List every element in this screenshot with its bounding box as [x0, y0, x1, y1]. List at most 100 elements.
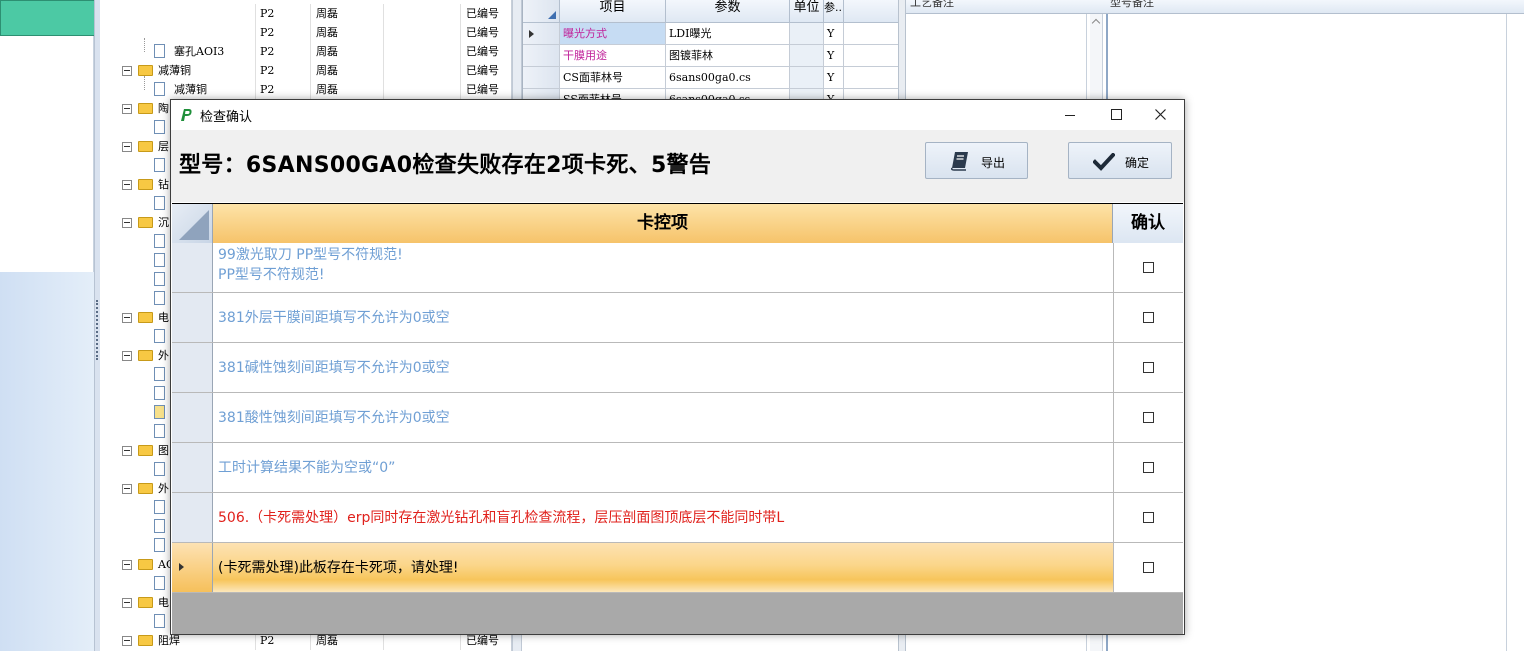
confirm-cell[interactable]: [1113, 443, 1183, 492]
collapse-icon[interactable]: [122, 484, 132, 494]
collapse-icon[interactable]: [122, 104, 132, 114]
model-notes-scrollbar[interactable]: [1506, 14, 1524, 651]
row-text: (卡死需处理)此板存在卡死项，请处理!: [218, 560, 459, 576]
confirm-checkbox[interactable]: [1143, 562, 1154, 573]
row-indicator[interactable]: [172, 343, 213, 392]
collapse-icon[interactable]: [122, 560, 132, 570]
check-confirm-dialog: 检查确认 型号：6SANS00GA0检查失败存在2项卡死、5警告 导出 确定 卡…: [170, 99, 1185, 635]
grid-row-indicator[interactable]: [523, 23, 560, 45]
table-row[interactable]: 381外层干膜间距填写不允许为0或空: [172, 293, 1183, 343]
folder-icon: [138, 65, 153, 76]
confirm-button[interactable]: 确定: [1068, 142, 1172, 179]
grid-cell[interactable]: Y: [824, 45, 844, 67]
folder-icon: [138, 103, 153, 114]
tree-row[interactable]: P2 周磊 已编号: [100, 23, 511, 42]
confirm-checkbox[interactable]: [1143, 262, 1154, 273]
confirm-checkbox[interactable]: [1143, 512, 1154, 523]
table-header: 卡控项 确认: [172, 203, 1183, 243]
control-items-table: 卡控项 确认 99激光取刀 PP型号不符规范! PP型号不符规范! 381外层干…: [172, 203, 1183, 634]
folder-icon: [138, 445, 153, 456]
folder-icon: [138, 483, 153, 494]
tree-cell: P2: [260, 7, 275, 20]
grid-cell[interactable]: [790, 23, 824, 45]
document-icon: [154, 44, 165, 58]
collapse-icon[interactable]: [122, 351, 132, 361]
left-empty-panel: [0, 36, 94, 272]
grid-header-item[interactable]: 项目: [560, 0, 666, 23]
row-text: 381酸性蚀刻间距填写不允许为0或空: [218, 410, 450, 426]
column-header-control-item[interactable]: 卡控项: [213, 204, 1113, 243]
grid-cell[interactable]: 干膜用途: [560, 45, 666, 67]
row-indicator[interactable]: [172, 393, 213, 442]
table-row[interactable]: 506.（卡死需处理）erp同时存在激光钻孔和盲孔检查流程，层压剖面图顶底层不能…: [172, 493, 1183, 543]
row-indicator[interactable]: [172, 443, 213, 492]
confirm-cell[interactable]: [1113, 243, 1183, 292]
collapse-icon[interactable]: [122, 180, 132, 190]
table-row[interactable]: 工时计算结果不能为空或“0”: [172, 443, 1183, 493]
table-row-selected[interactable]: (卡死需处理)此板存在卡死项，请处理!: [172, 543, 1183, 593]
row-indicator[interactable]: [172, 493, 213, 542]
scroll-up-arrow-icon[interactable]: [1091, 18, 1101, 28]
grid-cell[interactable]: 图镀菲林: [666, 45, 790, 67]
grid-cell: [844, 23, 901, 45]
grid-header-flag[interactable]: 参...: [824, 0, 844, 23]
tree-cell: 周磊: [316, 64, 338, 77]
book-icon: [951, 152, 968, 171]
tree-cell: 已编号: [466, 64, 499, 77]
export-button[interactable]: 导出: [925, 142, 1028, 179]
confirm-checkbox[interactable]: [1143, 412, 1154, 423]
grid-cell[interactable]: CS面菲林号: [560, 67, 666, 89]
confirm-checkbox[interactable]: [1143, 362, 1154, 373]
table-row[interactable]: 99激光取刀 PP型号不符规范! PP型号不符规范!: [172, 243, 1183, 293]
collapse-icon[interactable]: [122, 636, 132, 646]
collapse-icon[interactable]: [122, 598, 132, 608]
table-row[interactable]: 381碱性蚀刻间距填写不允许为0或空: [172, 343, 1183, 393]
tree-label: 电: [158, 311, 169, 324]
confirm-cell[interactable]: [1113, 293, 1183, 342]
grid-cell: [844, 67, 901, 89]
maximize-button[interactable]: [1093, 100, 1139, 130]
document-icon: [154, 500, 165, 514]
tree-row[interactable]: 减薄铜 P2 周磊 已编号: [100, 61, 511, 80]
tree-cell: P2: [260, 64, 275, 77]
tree-row[interactable]: 塞孔AOI3 P2 周磊 已编号: [100, 38, 511, 61]
grid-row-indicator[interactable]: [523, 67, 560, 89]
tree-cell: 周磊: [316, 83, 338, 96]
tree-row[interactable]: P2 周磊 已编号: [100, 4, 511, 23]
table-row[interactable]: 381酸性蚀刻间距填写不允许为0或空: [172, 393, 1183, 443]
confirm-cell[interactable]: [1113, 493, 1183, 542]
row-text: 381外层干膜间距填写不允许为0或空: [218, 310, 450, 326]
minimize-button[interactable]: [1047, 100, 1093, 130]
collapse-icon[interactable]: [122, 142, 132, 152]
grid-header-param[interactable]: 参数: [666, 0, 790, 23]
grid-cell[interactable]: LDI曝光: [666, 23, 790, 45]
grid-cell[interactable]: 6sans00ga0.cs: [666, 67, 790, 89]
collapse-icon[interactable]: [122, 66, 132, 76]
grid-cell[interactable]: [790, 67, 824, 89]
tree-row[interactable]: 减薄铜 P2 周磊 已编号: [100, 76, 511, 99]
confirm-cell[interactable]: [1113, 393, 1183, 442]
grid-row-indicator[interactable]: [523, 45, 560, 67]
close-button[interactable]: [1138, 100, 1184, 130]
row-indicator[interactable]: [172, 543, 213, 592]
column-header-confirm[interactable]: 确认: [1113, 204, 1183, 243]
collapse-icon[interactable]: [122, 313, 132, 323]
table-corner[interactable]: [172, 204, 213, 243]
tree-cell: P2: [260, 26, 275, 39]
grid-header-unit[interactable]: 单位: [790, 0, 824, 23]
grid-cell[interactable]: [790, 45, 824, 67]
dialog-titlebar[interactable]: 检查确认: [171, 100, 1184, 130]
collapse-icon[interactable]: [122, 218, 132, 228]
confirm-cell[interactable]: [1113, 543, 1183, 592]
confirm-cell[interactable]: [1113, 343, 1183, 392]
confirm-checkbox[interactable]: [1143, 312, 1154, 323]
folder-icon: [138, 312, 153, 323]
confirm-checkbox[interactable]: [1143, 462, 1154, 473]
collapse-icon[interactable]: [122, 446, 132, 456]
row-indicator[interactable]: [172, 243, 213, 292]
row-indicator[interactable]: [172, 293, 213, 342]
grid-cell[interactable]: 曝光方式: [560, 23, 666, 45]
grid-cell[interactable]: Y: [824, 23, 844, 45]
tree-cell: 已编号: [466, 83, 499, 96]
grid-cell[interactable]: Y: [824, 67, 844, 89]
